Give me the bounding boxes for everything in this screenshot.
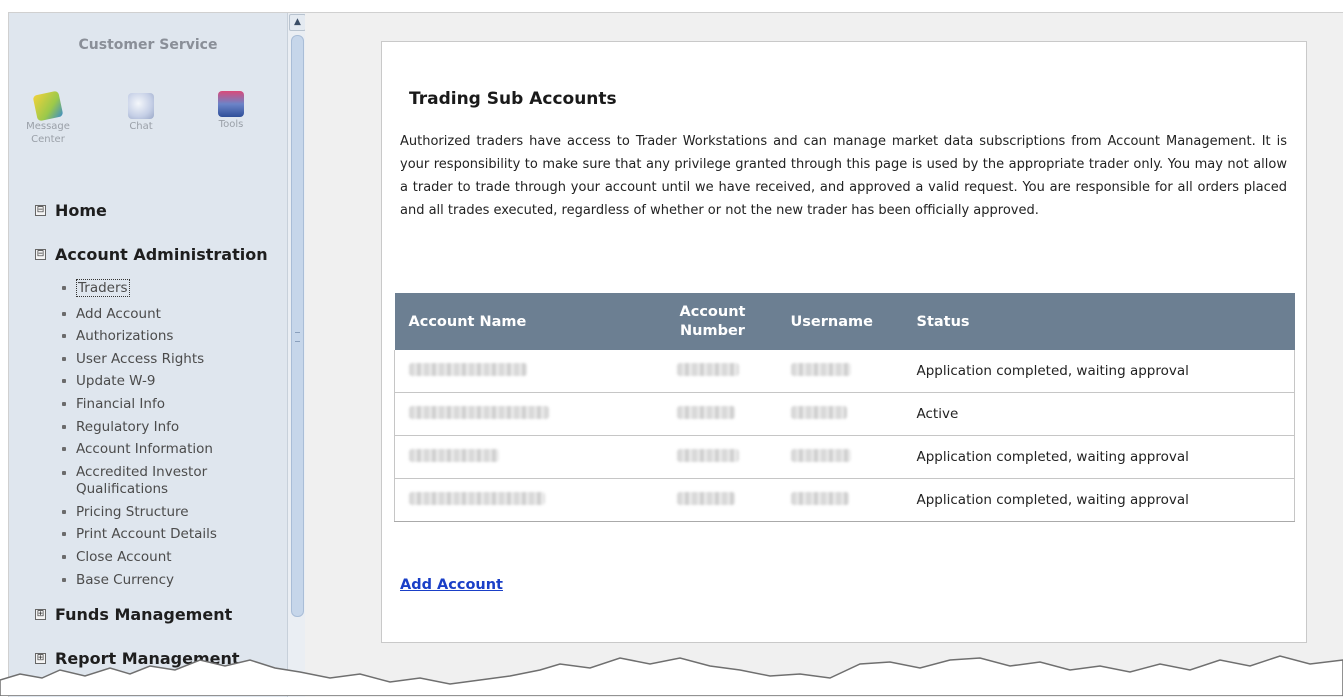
message-center-label-2: Center (31, 134, 65, 145)
scrollbar-grip-icon (295, 332, 300, 342)
sidebar-item-base-currency[interactable]: Base Currency (59, 569, 246, 592)
col-account-name: Account Name (394, 293, 649, 350)
cell-account-name (394, 478, 649, 522)
cell-account-number (648, 478, 777, 522)
scrollbar-thumb[interactable] (291, 35, 304, 617)
tools-icon (218, 91, 244, 117)
sidebar-item-accredited-investor[interactable]: Accredited Investor Qualifications (59, 461, 246, 501)
sidebar-item-financial-info[interactable]: Financial Info (59, 393, 246, 416)
content-panel: Trading Sub Accounts Authorized traders … (381, 41, 1307, 643)
col-account-number: Account Number (648, 293, 777, 350)
message-center-label-1: Message (26, 121, 70, 132)
cell-username (776, 350, 903, 393)
cell-account-name (394, 350, 649, 393)
cell-username (776, 478, 903, 522)
col-status: Status (902, 293, 1295, 350)
nav-section-home-label: Home (55, 201, 107, 220)
collapse-icon[interactable]: ⊟ (35, 249, 46, 260)
nav-section-funds-management-label: Funds Management (55, 605, 233, 624)
nav-section-account-administration[interactable]: ⊟ Account Administration (35, 245, 268, 264)
collapse-icon[interactable]: ⊟ (35, 205, 46, 216)
sidebar-item-regulatory-info[interactable]: Regulatory Info (59, 416, 246, 439)
table-row[interactable]: Application completed, waiting approval (394, 350, 1295, 393)
nav-section-account-administration-label: Account Administration (55, 245, 268, 264)
cell-account-name (394, 392, 649, 436)
torn-edge-decoration (0, 655, 1343, 696)
nav-section-funds-management[interactable]: ⊞ Funds Management (35, 605, 232, 624)
sidebar-item-print-account-details[interactable]: Print Account Details (59, 523, 246, 546)
scroll-up-icon[interactable]: ▲ (289, 14, 306, 31)
cell-account-number (648, 435, 777, 479)
col-username: Username (776, 293, 903, 350)
customer-service-title: Customer Service (78, 37, 218, 53)
message-center-button[interactable]: Message Center (13, 90, 83, 145)
chat-icon (128, 93, 154, 119)
sidebar: Customer Service Message Center Chat Too… (9, 13, 287, 697)
sidebar-scrollbar[interactable]: ▲ (287, 13, 306, 697)
expand-icon[interactable]: ⊞ (35, 609, 46, 620)
cell-account-number (648, 392, 777, 436)
page-title: Trading Sub Accounts (409, 89, 617, 109)
chat-label: Chat (129, 121, 153, 132)
cell-username (776, 392, 903, 436)
cell-status: Active (902, 392, 1295, 436)
tools-label: Tools (218, 119, 244, 130)
sidebar-item-add-account[interactable]: Add Account (59, 303, 246, 326)
cell-status: Application completed, waiting approval (902, 478, 1295, 522)
tools-button[interactable]: Tools (196, 91, 266, 130)
account-administration-menu: Traders Add Account Authorizations User … (59, 277, 246, 592)
sidebar-item-update-w9[interactable]: Update W-9 (59, 370, 246, 393)
cell-account-number (648, 350, 777, 393)
nav-section-home[interactable]: ⊟ Home (35, 201, 107, 220)
sidebar-item-close-account[interactable]: Close Account (59, 546, 246, 569)
cell-account-name (394, 435, 649, 479)
table-row[interactable]: Active (394, 392, 1295, 436)
chat-button[interactable]: Chat (106, 93, 176, 132)
sub-accounts-table: Account Name Account Number Username Stat… (394, 293, 1295, 522)
app-frame: Customer Service Message Center Chat Too… (8, 12, 1343, 697)
cell-status: Application completed, waiting approval (902, 350, 1295, 393)
sidebar-item-traders[interactable]: Traders (59, 277, 246, 300)
table-row[interactable]: Application completed, waiting approval (394, 435, 1295, 479)
sidebar-item-account-information[interactable]: Account Information (59, 438, 246, 461)
page-description: Authorized traders have access to Trader… (400, 134, 1287, 218)
sidebar-item-user-access-rights[interactable]: User Access Rights (59, 348, 246, 371)
add-account-link[interactable]: Add Account (400, 577, 503, 593)
message-center-icon (32, 90, 64, 122)
table-row[interactable]: Application completed, waiting approval (394, 478, 1295, 522)
cell-username (776, 435, 903, 479)
cell-status: Application completed, waiting approval (902, 435, 1295, 479)
table-header-row: Account Name Account Number Username Stat… (394, 293, 1295, 350)
sidebar-item-pricing-structure[interactable]: Pricing Structure (59, 501, 246, 524)
sidebar-item-authorizations[interactable]: Authorizations (59, 325, 246, 348)
